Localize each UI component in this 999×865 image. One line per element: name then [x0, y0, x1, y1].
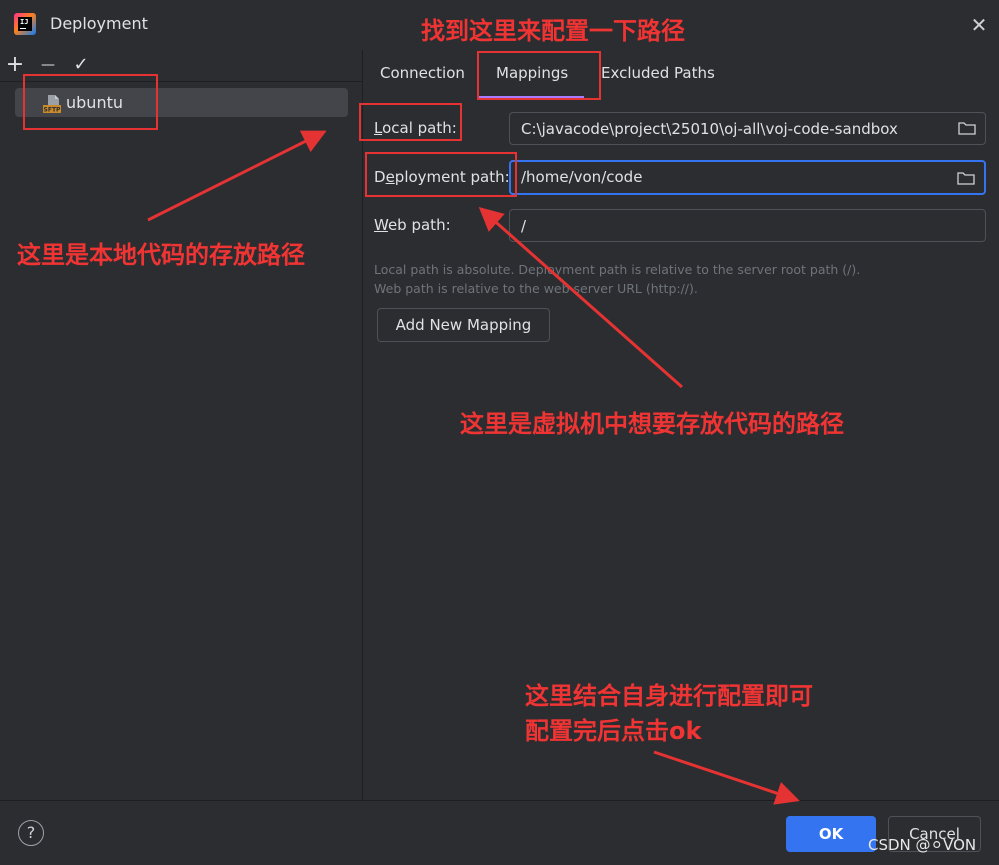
add-icon[interactable]: + — [4, 54, 26, 76]
local-path-field[interactable]: C:\javacode\project\25010\oj-all\voj-cod… — [509, 112, 986, 145]
annotation-text-bottom-2: 配置完后点击ok — [525, 717, 702, 745]
deployment-path-value: /home/von/code — [521, 168, 643, 186]
web-path-value: / — [521, 217, 527, 235]
web-path-field[interactable]: / — [509, 209, 986, 242]
folder-icon[interactable] — [958, 121, 976, 135]
hint-text: Web path is relative to the web server U… — [374, 281, 698, 296]
footer-divider — [0, 800, 999, 801]
annotation-box-local-path — [359, 103, 462, 141]
close-icon[interactable]: ✕ — [966, 12, 992, 38]
annotation-text-top: 找到这里来配置一下路径 — [421, 17, 685, 45]
annotation-text-bottom-1: 这里结合自身进行配置即可 — [525, 682, 813, 710]
check-icon[interactable]: ✓ — [70, 54, 92, 76]
tab-connection[interactable]: Connection — [380, 64, 465, 82]
help-icon[interactable]: ? — [18, 820, 44, 846]
arrow-to-ok-button — [653, 750, 800, 805]
web-path-label: Web path: — [374, 216, 451, 234]
annotation-text-deploy: 这里是虚拟机中想要存放代码的路径 — [460, 410, 844, 438]
annotation-box-deployment-path — [365, 152, 517, 197]
add-new-mapping-button[interactable]: Add New Mapping — [377, 308, 550, 342]
remove-icon[interactable]: — — [37, 54, 59, 76]
tab-excluded-paths[interactable]: Excluded Paths — [601, 64, 715, 82]
annotation-box-server — [23, 74, 158, 130]
annotation-text-local: 这里是本地代码的存放路径 — [17, 241, 305, 269]
local-path-value: C:\javacode\project\25010\oj-all\voj-cod… — [521, 120, 898, 138]
server-list-panel — [0, 50, 362, 800]
deployment-path-field[interactable]: /home/von/code — [509, 160, 986, 195]
panel-divider[interactable] — [362, 50, 363, 800]
folder-icon[interactable] — [957, 171, 975, 185]
ok-button[interactable]: OK — [786, 816, 876, 852]
annotation-box-mappings-tab — [477, 51, 601, 100]
intellij-logo-icon: IJ — [14, 13, 36, 35]
window-title: Deployment — [50, 14, 148, 33]
hint-text: Local path is absolute. Deployment path … — [374, 262, 861, 277]
csdn-watermark: CSDN @⚪VON — [868, 836, 977, 854]
